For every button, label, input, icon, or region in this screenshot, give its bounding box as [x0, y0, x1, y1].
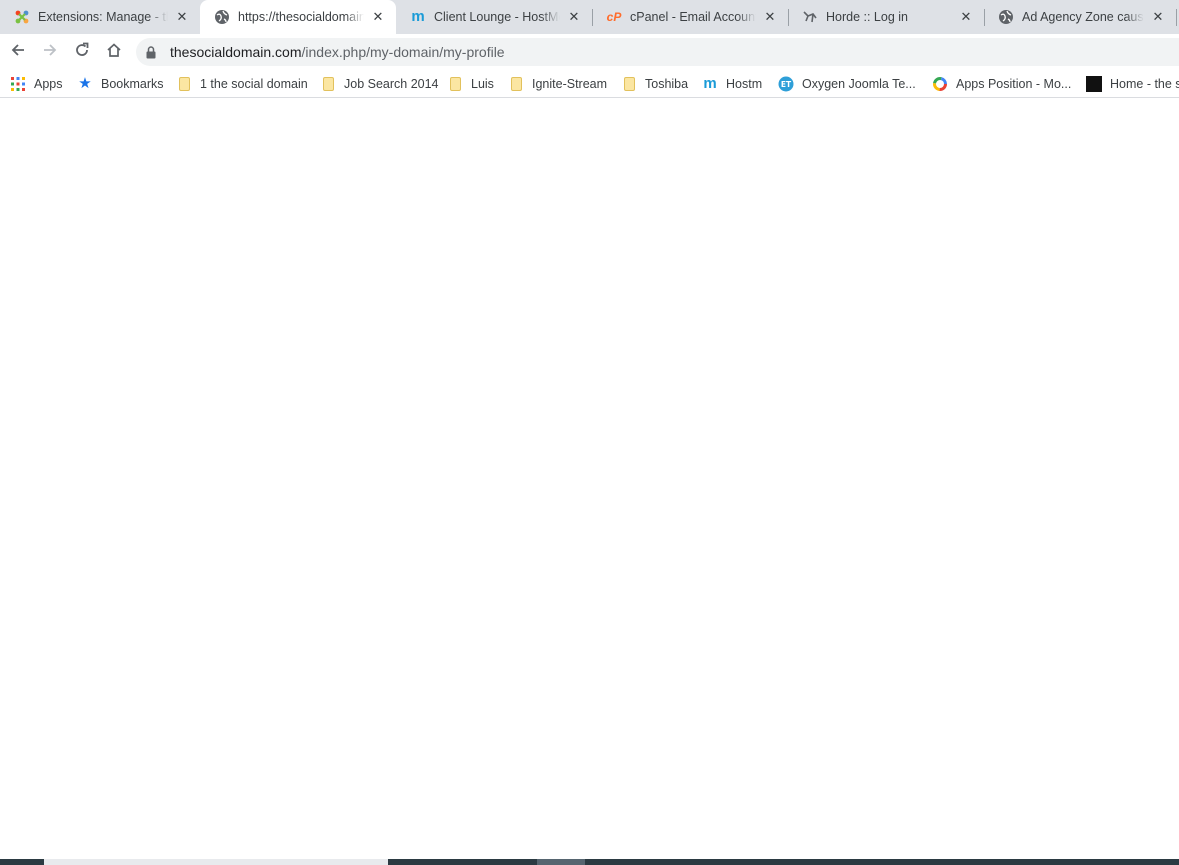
bookmark-label: Toshiba — [645, 77, 689, 91]
forward-button[interactable] — [36, 36, 64, 68]
reload-button[interactable] — [68, 36, 96, 68]
bookmark-folder-luis[interactable]: Luis — [447, 74, 494, 94]
bookmark-folder-social-domain[interactable]: 1 the social domain — [176, 74, 308, 94]
close-tab-icon[interactable]: ✕ — [566, 9, 582, 25]
bookmark-label: Home - the s — [1110, 77, 1179, 91]
folder-icon — [320, 76, 336, 92]
bookmark-apps[interactable]: Apps — [10, 74, 63, 94]
close-tab-icon[interactable]: ✕ — [174, 9, 190, 25]
tab-title: Extensions: Manage - the social domain — [38, 10, 168, 24]
folder-icon — [176, 76, 192, 92]
tab-title: cPanel - Email Accounts — [630, 10, 756, 24]
folder-icon — [621, 76, 637, 92]
cpanel-icon: cP — [606, 10, 622, 24]
page-content — [0, 99, 1179, 859]
et-icon: ET — [778, 76, 794, 92]
apps-grid-icon — [10, 76, 26, 92]
close-tab-icon[interactable]: ✕ — [370, 9, 386, 25]
bookmarks-bar: Apps ★ Bookmarks 1 the social domain Job… — [0, 70, 1179, 98]
joomla-icon — [14, 9, 30, 25]
home-icon — [106, 42, 122, 63]
bookmark-oxygen-joomla[interactable]: ET Oxygen Joomla Te... — [778, 74, 916, 94]
browser-window: Extensions: Manage - the social domain ✕… — [0, 0, 1179, 865]
tab-cpanel-email[interactable]: cP cPanel - Email Accounts ✕ — [592, 0, 788, 34]
hostmonster-icon: m — [411, 8, 425, 25]
bookmark-apps-position[interactable]: Apps Position - Mo... — [932, 74, 1071, 94]
tab-ad-agency-zone[interactable]: Ad Agency Zone cause blank page ✕ — [984, 0, 1176, 34]
browser-toolbar: thesocialdomain.com/index.php/my-domain/… — [0, 34, 1179, 70]
taskbar-item[interactable] — [537, 859, 585, 865]
lock-icon[interactable] — [146, 44, 160, 60]
url-domain: thesocialdomain.com — [170, 44, 302, 60]
folder-icon — [447, 76, 463, 92]
tab-title: Client Lounge - HostMonster — [434, 10, 560, 24]
reload-icon — [74, 42, 90, 63]
home-button[interactable] — [100, 36, 128, 68]
tab-title: Horde :: Log in — [826, 10, 908, 24]
forward-arrow-icon — [42, 42, 58, 63]
hostmonster-icon: m — [703, 75, 717, 92]
tab-extensions-manage[interactable]: Extensions: Manage - the social domain ✕ — [0, 0, 200, 34]
url-path: /index.php/my-domain/my-profile — [301, 44, 505, 60]
bookmark-label: Job Search 2014 — [344, 77, 439, 91]
bookmark-label: Hostm — [726, 77, 763, 91]
bookmark-label: Luis — [471, 77, 494, 91]
bookmark-home-the-social[interactable]: Home - the s — [1086, 74, 1179, 94]
bookmark-folder-toshiba[interactable]: Toshiba — [621, 74, 688, 94]
close-tab-icon[interactable]: ✕ — [958, 9, 974, 25]
bookmark-label: Ignite-Stream — [532, 77, 608, 91]
tab-horde-login[interactable]: Horde :: Log in ✕ — [788, 0, 984, 34]
back-arrow-icon — [10, 42, 26, 63]
bookmark-bookmarks[interactable]: ★ Bookmarks — [77, 74, 164, 94]
bookmark-folder-ignite-stream[interactable]: Ignite-Stream — [508, 74, 607, 94]
bookmark-label: Bookmarks — [101, 77, 164, 91]
tab-separator — [1176, 9, 1177, 26]
horde-icon — [802, 9, 818, 25]
bookmark-label: Apps — [34, 77, 63, 91]
ring-icon — [932, 76, 948, 92]
bookmark-label: 1 the social domain — [200, 77, 308, 91]
tab-title: Ad Agency Zone cause blank page — [1022, 10, 1144, 24]
bookmark-folder-job-search[interactable]: Job Search 2014 — [320, 74, 439, 94]
folder-icon — [508, 76, 524, 92]
tab-my-profile[interactable]: https://thesocialdomain.com/index.php/my… — [200, 0, 396, 34]
star-icon: ★ — [78, 75, 92, 92]
svg-text:ET: ET — [781, 80, 792, 89]
taskbar — [0, 859, 1179, 865]
globe-icon — [998, 9, 1014, 25]
taskbar-item[interactable] — [44, 859, 388, 865]
back-button[interactable] — [4, 36, 32, 68]
close-tab-icon[interactable]: ✕ — [1150, 9, 1166, 25]
globe-icon — [214, 9, 230, 25]
address-bar[interactable]: thesocialdomain.com/index.php/my-domain/… — [136, 38, 1179, 66]
tab-title: https://thesocialdomain.com/index.php/my… — [238, 10, 364, 24]
tsd-icon — [1086, 76, 1102, 92]
close-tab-icon[interactable]: ✕ — [762, 9, 778, 25]
tab-client-lounge[interactable]: m Client Lounge - HostMonster ✕ — [396, 0, 592, 34]
bookmark-hostm[interactable]: m Hostm — [702, 74, 762, 94]
bookmark-label: Apps Position - Mo... — [956, 77, 1072, 91]
bookmark-label: Oxygen Joomla Te... — [802, 77, 916, 91]
tab-strip: Extensions: Manage - the social domain ✕… — [0, 0, 1179, 34]
